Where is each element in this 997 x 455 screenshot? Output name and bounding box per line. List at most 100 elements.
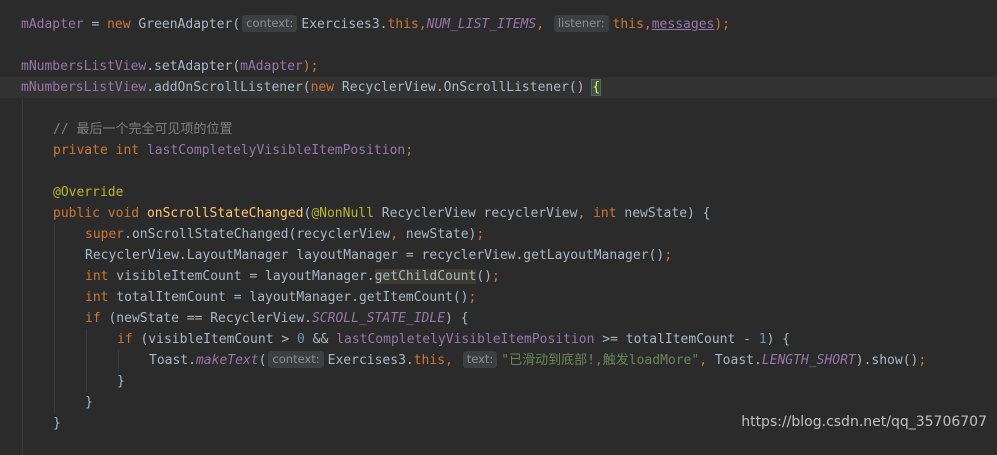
parameter-hint: listener: — [553, 15, 609, 32]
code-static-member: SCROLL_STATE_IDLE — [311, 311, 446, 326]
code-line[interactable]: mNumbersListView.setAdapter(mAdapter); — [0, 56, 997, 77]
code-keyword: new — [107, 17, 131, 32]
code-string: "已滑动到底部!,触发loadMore" — [501, 353, 700, 368]
code-keyword: this — [413, 353, 446, 368]
code-keyword: if — [85, 311, 101, 326]
code-comment: // 最后一个完全可见项的位置 — [53, 122, 233, 137]
code-line[interactable]: public void onScrollStateChanged(@NonNul… — [0, 203, 997, 224]
code-text: (visibleItemCount > — [132, 332, 298, 347]
code-text: totalItemCount = layoutManager.getItemCo… — [108, 290, 469, 305]
code-keyword: , — [390, 227, 399, 242]
code-text: newState) — [398, 227, 477, 242]
code-keyword: int — [115, 143, 140, 158]
code-line[interactable]: if (visibleItemCount > 0 && lastComplete… — [0, 329, 997, 350]
code-keyword: if — [117, 332, 133, 347]
code-keyword: , — [699, 353, 708, 368]
code-static-member: NUM_LIST_ITEMS — [426, 17, 537, 32]
code-line[interactable]: Toast.makeText(context: Exercises3.this, … — [0, 350, 997, 371]
code-line[interactable] — [0, 161, 997, 182]
code-text: () — [476, 269, 492, 284]
code-keyword: , — [643, 17, 652, 32]
code-text: >= totalItemCount - — [594, 332, 759, 347]
code-matched-brace: { — [591, 79, 602, 96]
code-text: Toast. — [149, 353, 196, 368]
code-field: lastCompletelyVisibleItemPosition — [336, 332, 595, 347]
code-line[interactable]: super.onScrollStateChanged(recyclerView,… — [0, 224, 997, 245]
code-keyword: ; — [918, 353, 927, 368]
code-annotation: @Override — [53, 185, 124, 200]
code-keyword: super — [85, 227, 125, 242]
code-field: mNumbersListView — [21, 59, 147, 74]
code-text: ) { — [445, 311, 469, 326]
code-editor[interactable]: mAdapter = new GreenAdapter(context: Exer… — [0, 0, 997, 455]
code-text: Exercises3. — [301, 17, 388, 32]
code-text: GreenAdapter( — [130, 17, 241, 32]
code-annotation: @NonNull — [311, 206, 374, 221]
code-line[interactable]: RecyclerView.LayoutManager layoutManager… — [0, 245, 997, 266]
code-keyword: public — [53, 206, 100, 221]
code-line-current[interactable]: mNumbersListView.addOnScrollListener(new… — [0, 77, 997, 98]
code-keyword: new — [310, 80, 335, 95]
code-text: .onScrollStateChanged(recyclerView — [124, 227, 391, 242]
code-keyword: this — [612, 17, 644, 32]
code-line[interactable] — [0, 35, 997, 56]
code-field: mAdapter — [21, 17, 84, 32]
code-keyword: ); — [714, 17, 731, 32]
code-field: mAdapter — [240, 59, 303, 74]
code-line[interactable]: private int lastCompletelyVisibleItemPos… — [0, 140, 997, 161]
code-line[interactable]: // 最后一个完全可见项的位置 — [0, 119, 997, 140]
code-text: ).show() — [855, 353, 919, 368]
code-static-member: makeText — [195, 353, 259, 368]
code-text: .addOnScrollListener( — [146, 80, 311, 95]
code-text: (newState == RecyclerView. — [100, 311, 312, 326]
code-text: } — [117, 374, 125, 389]
code-text: RecyclerView.OnScrollListener() — [334, 80, 593, 95]
parameter-hint: text: — [462, 351, 498, 368]
code-text: } — [53, 416, 61, 431]
code-line[interactable]: } — [0, 392, 997, 413]
code-text: RecyclerView.LayoutManager layoutManager… — [85, 248, 665, 263]
code-text: && — [304, 332, 337, 347]
parameter-hint: context: — [268, 351, 324, 368]
code-text: RecyclerView recyclerView — [373, 206, 578, 221]
code-text: ( — [258, 353, 267, 368]
code-keyword: ; — [405, 143, 414, 158]
code-text: visibleItemCount = layoutManager. — [108, 269, 375, 284]
code-field: messages — [651, 17, 715, 32]
code-static-member: LENGTH_SHORT — [761, 353, 856, 368]
code-keyword: int — [85, 290, 109, 305]
code-line[interactable]: int visibleItemCount = layoutManager.get… — [0, 266, 997, 287]
code-keyword: , — [536, 17, 545, 32]
parameter-hint: context: — [242, 15, 298, 32]
code-keyword: , — [418, 17, 427, 32]
code-keyword: ; — [664, 248, 673, 263]
code-field: lastCompletelyVisibleItemPosition — [146, 143, 406, 158]
watermark: https://blog.csdn.net/qq_35706707 — [741, 414, 987, 430]
code-number: 0 — [297, 332, 305, 347]
code-line[interactable]: @Override — [0, 182, 997, 203]
code-line[interactable]: mAdapter = new GreenAdapter(context: Exer… — [0, 14, 997, 35]
code-keyword: ); — [302, 59, 319, 74]
code-keyword: void — [107, 206, 140, 221]
code-keyword: private — [53, 143, 108, 158]
code-text: .setAdapter( — [146, 59, 241, 74]
code-line[interactable]: } — [0, 371, 997, 392]
code-line[interactable]: if (newState == RecyclerView.SCROLL_STAT… — [0, 308, 997, 329]
code-field: mNumbersListView — [21, 80, 147, 95]
code-text: } — [85, 395, 93, 410]
code-number: 1 — [758, 332, 767, 347]
code-text: Toast. — [707, 353, 762, 368]
code-line[interactable] — [0, 98, 997, 119]
code-keyword: ; — [476, 227, 485, 242]
code-line[interactable]: int totalItemCount = layoutManager.getIt… — [0, 287, 997, 308]
code-keyword: int — [593, 206, 617, 221]
code-keyword: ; — [492, 269, 500, 284]
code-keyword: ; — [468, 290, 477, 305]
